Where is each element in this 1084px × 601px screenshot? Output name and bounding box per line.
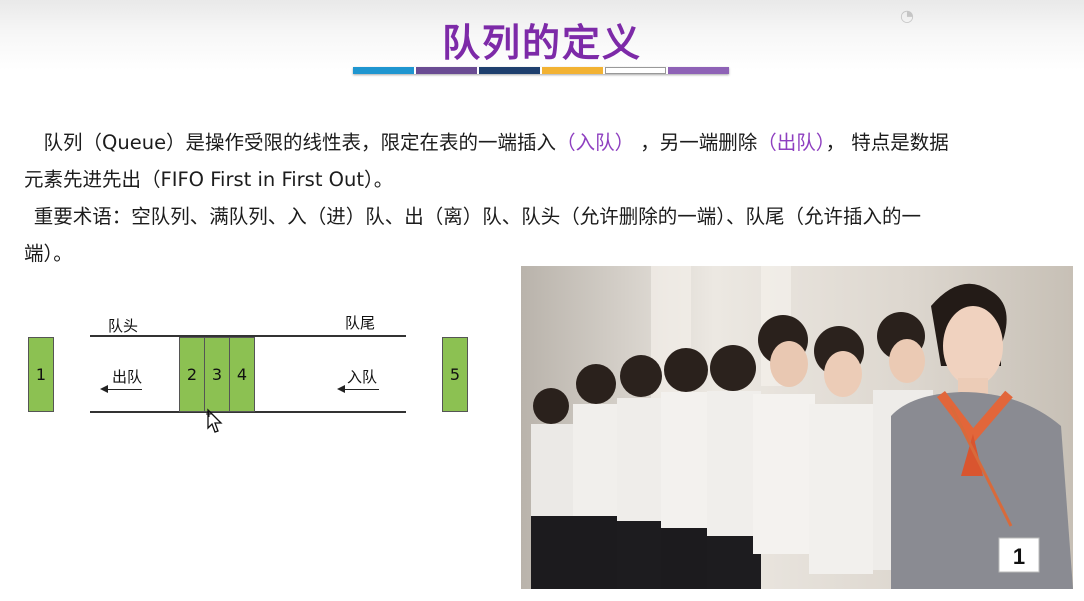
dequeue-arrow-icon bbox=[100, 385, 142, 393]
color-segment-2 bbox=[416, 67, 477, 74]
mouse-cursor-icon bbox=[206, 408, 223, 433]
queue-element-3: 3 bbox=[204, 337, 230, 412]
queue-element-2: 2 bbox=[179, 337, 205, 412]
enqueue-label: 入队 bbox=[347, 368, 378, 386]
slide-title: 队列的定义 bbox=[441, 21, 642, 65]
terminology-line-1: 重要术语：空队列、满队列、入（进）队、出（离）队、队头（允许删除的一端）、队尾（… bbox=[33, 205, 922, 228]
enqueue-arrow-icon bbox=[337, 385, 379, 393]
dequeue-label: 出队 bbox=[112, 368, 143, 386]
definition-text-a: 队列（Queue）是操作受限的线性表，限定在表的一端插入 bbox=[43, 131, 557, 154]
enqueuing-element: 5 bbox=[442, 337, 468, 412]
queue-element-4: 4 bbox=[229, 337, 255, 412]
queue-head-label: 队头 bbox=[108, 317, 139, 335]
definition-text-b: ，另一端删除 bbox=[640, 131, 758, 154]
color-segment-4 bbox=[542, 67, 603, 74]
queue-photo: 1 bbox=[521, 266, 1073, 589]
color-segment-3 bbox=[479, 67, 540, 74]
definition-line-2: 元素先进先出（FIFO First in First Out）。 bbox=[24, 168, 394, 191]
definition-text-c: ， 特点是数据 bbox=[825, 131, 949, 154]
badge-number: 1 bbox=[1013, 544, 1025, 569]
terminology-line-2: 端）。 bbox=[24, 242, 73, 265]
color-segment-5 bbox=[605, 67, 666, 74]
queue-diagram: 队头 队尾 1 2 3 4 5 出队 入队 bbox=[0, 295, 510, 435]
dequeue-term: （出队） bbox=[757, 131, 826, 154]
photo-illustration: 1 bbox=[521, 266, 1073, 589]
queue-tail-label: 队尾 bbox=[345, 314, 376, 332]
terminology-paragraph: 重要术语：空队列、满队列、入（进）队、出（离）队、队头（允许删除的一端）、队尾（… bbox=[24, 198, 1034, 272]
title-color-bar bbox=[353, 67, 729, 74]
color-segment-1 bbox=[353, 67, 414, 74]
dequeued-element: 1 bbox=[28, 337, 54, 412]
enqueue-term: （入队） bbox=[556, 131, 635, 154]
color-segment-6 bbox=[668, 67, 729, 74]
definition-paragraph: 队列（Queue）是操作受限的线性表，限定在表的一端插入（入队） ，另一端删除（… bbox=[24, 124, 1034, 198]
